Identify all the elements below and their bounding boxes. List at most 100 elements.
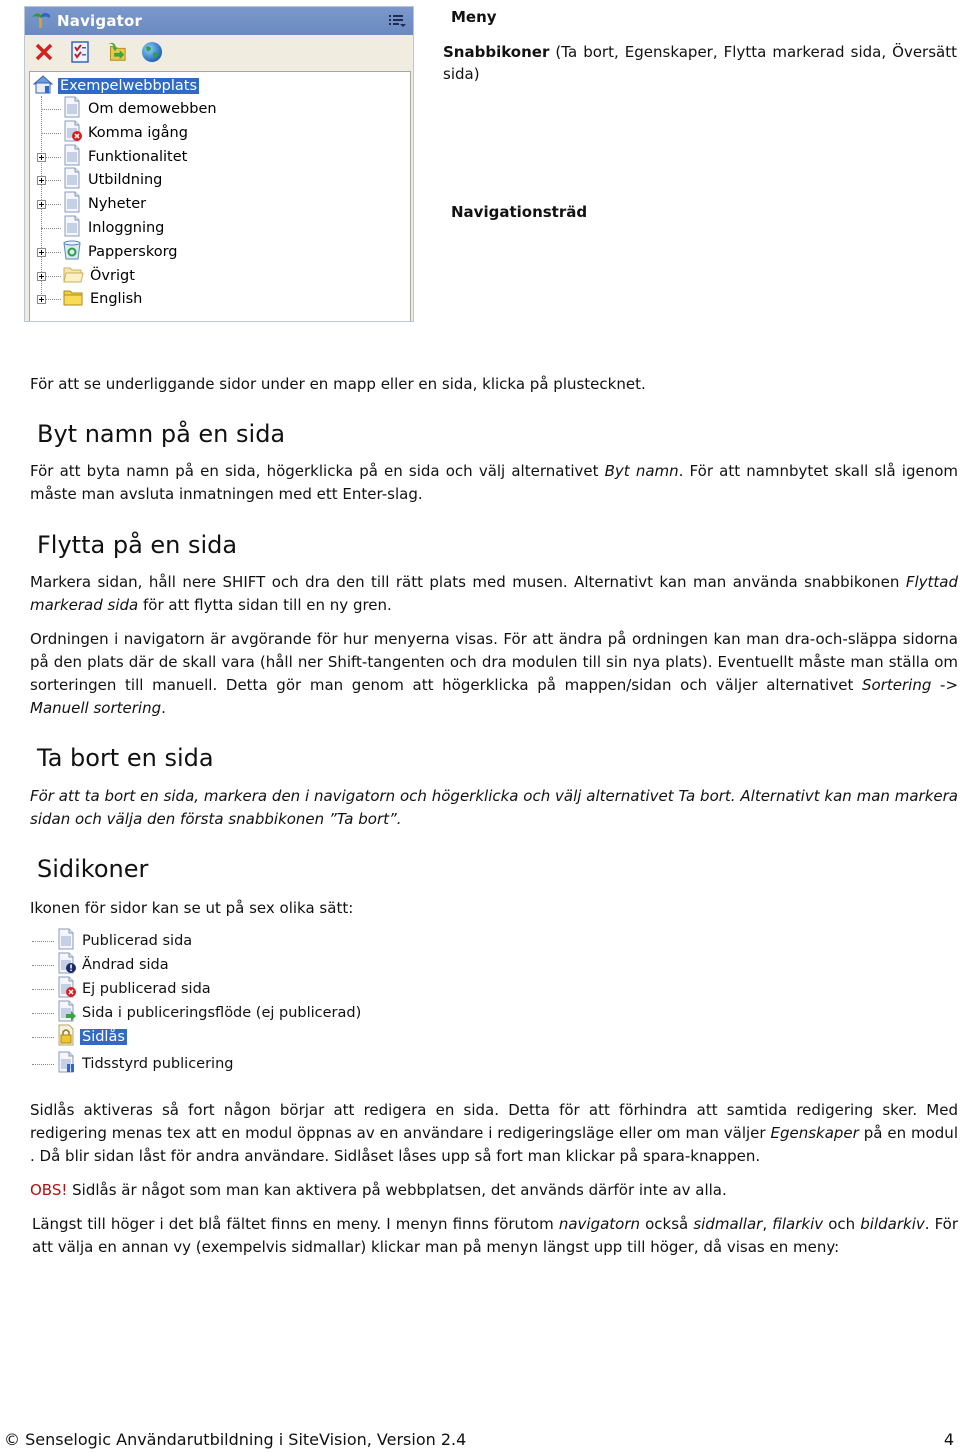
tree-connector-line	[41, 132, 61, 134]
tree-item-label: Papperskorg	[88, 243, 178, 260]
heading-move: Flytta på en sida	[37, 531, 238, 559]
tree-item[interactable]: Papperskorg	[62, 239, 180, 265]
tree-item-label: English	[90, 291, 143, 308]
page-icon-list-item: Sida i publiceringsflöde (ej publicerad)	[32, 1000, 363, 1024]
tree-connector-line	[32, 940, 54, 942]
page-icon-list-item: Tidsstyrd publicering	[32, 1051, 235, 1077]
tree-item-label: Funktionalitet	[88, 148, 188, 165]
navigator-title: Navigator	[57, 12, 143, 30]
text-run: ,	[762, 1215, 773, 1233]
intro-paragraph: För att se underliggande sidor under en …	[30, 375, 646, 393]
recycle-bin-icon	[62, 239, 82, 265]
navigation-tree: Exempelwebbplats Om demowebben Komma igång…	[29, 71, 411, 321]
expand-plus-icon[interactable]	[37, 295, 46, 305]
page-unpublished-icon	[62, 120, 82, 146]
text-run: Längst till höger i det blå fältet finns…	[32, 1215, 559, 1233]
move-folder-icon[interactable]	[105, 41, 127, 63]
text-run: .	[161, 699, 166, 717]
heading-delete: Ta bort en sida	[37, 744, 214, 772]
tree-item[interactable]: Utbildning	[62, 167, 164, 193]
lock-paragraph: Sidlås aktiveras så fort någon börjar at…	[30, 1099, 958, 1168]
tree-item-label: Komma igång	[88, 124, 188, 141]
expand-plus-icon[interactable]	[37, 176, 46, 186]
page-icon	[62, 96, 82, 122]
tree-item[interactable]: Om demowebben	[62, 96, 219, 122]
tree-item-label: Om demowebben	[88, 101, 217, 117]
folder-open-icon	[62, 264, 84, 288]
tree-connector-line	[41, 109, 61, 110]
emphasis-bildarkiv: bildarkiv	[860, 1215, 925, 1233]
page-icon-label: Ej publicerad sida	[82, 981, 211, 997]
navigator-toolbar	[25, 35, 413, 69]
emphasis-navigatorn: navigatorn	[558, 1215, 641, 1233]
page-icon-label: Publicerad sida	[82, 933, 193, 949]
move-paragraph-2: Ordningen i navigatorn är avgörande för …	[30, 628, 958, 720]
text-run: Markera sidan, håll nere SHIFT och dra d…	[30, 573, 906, 591]
tree-connector-line	[32, 964, 54, 966]
tree-connector-line	[32, 988, 54, 990]
text-run: Ordningen i navigatorn är avgörande för …	[30, 630, 958, 694]
emphasis-sortering: Sortering	[862, 676, 932, 694]
page-icon-label: Tidsstyrd publicering	[82, 1056, 234, 1072]
page-icon	[62, 167, 82, 193]
page-changed-icon	[56, 952, 76, 978]
page-icon-label: Sida i publiceringsflöde (ej publicerad)	[82, 1005, 362, 1021]
text-run: För att byta namn på en sida, högerklick…	[30, 462, 605, 480]
rename-paragraph: För att byta namn på en sida, högerklick…	[30, 460, 958, 506]
navigator-logo-icon	[31, 10, 51, 32]
tree-item-label: Inloggning	[88, 220, 165, 236]
page-icon	[62, 215, 82, 241]
tree-connector-line	[32, 1036, 54, 1038]
page-unpublished-icon	[56, 976, 76, 1002]
list-menu-icon[interactable]	[387, 12, 407, 30]
tree-item[interactable]: Övrigt	[62, 265, 137, 287]
move-paragraph-1: Markera sidan, håll nere SHIFT och dra d…	[30, 571, 958, 617]
tree-item[interactable]: Komma igång	[62, 120, 190, 146]
tree-item[interactable]: Funktionalitet	[62, 144, 189, 170]
text-run: Sidlås är något som man kan aktivera på …	[67, 1181, 727, 1199]
icons-intro: Ikonen för sidor kan se ut på sex olika …	[30, 899, 354, 917]
expand-plus-icon[interactable]	[37, 271, 46, 281]
heading-rename: Byt namn på en sida	[37, 420, 286, 448]
annotation-shortcuts-title: Snabbikoner	[443, 43, 550, 61]
tree-connector-line	[32, 1012, 54, 1014]
tree-item[interactable]: English	[62, 288, 144, 310]
globe-icon[interactable]	[141, 41, 163, 63]
menu-paragraph: Längst till höger i det blå fältet finns…	[32, 1213, 958, 1259]
tree-item[interactable]: Inloggning	[62, 215, 166, 241]
heading-icons: Sidikoner	[37, 855, 149, 883]
navigator-header: Navigator	[25, 7, 413, 35]
page-icon-list-item: Ändrad sida	[32, 952, 171, 978]
emphasis-filarkiv: filarkiv	[772, 1215, 824, 1233]
home-icon	[32, 74, 54, 98]
folder-icon	[62, 287, 84, 311]
expand-plus-icon[interactable]	[37, 247, 46, 257]
annotation-shortcuts: Snabbikoner (Ta bort, Egenskaper, Flytta…	[443, 41, 957, 85]
red-x-icon[interactable]	[33, 41, 55, 63]
annotation-tree: Navigationsträd	[451, 203, 588, 221]
page-icon-list-item: Publicerad sida	[32, 928, 194, 954]
obs-label: OBS!	[30, 1181, 68, 1199]
tree-item-root[interactable]: Exempelwebbplats	[32, 74, 200, 98]
emphasis-egenskaper: Egenskaper	[770, 1124, 859, 1142]
page-icon-list-item: Sidlås	[32, 1024, 127, 1048]
tree-item[interactable]: Nyheter	[62, 191, 148, 215]
checklist-icon[interactable]	[69, 41, 91, 63]
expand-plus-icon[interactable]	[37, 152, 46, 162]
tree-item-label: Exempelwebbplats	[58, 78, 200, 94]
page-icon-label: Ändrad sida	[82, 957, 169, 973]
tree-connector-line	[32, 1063, 54, 1065]
emphasis-byt-namn: Byt namn	[604, 462, 679, 480]
page-icon	[62, 144, 82, 170]
emphasis-sidmallar: sidmallar	[693, 1215, 763, 1233]
tree-item-label: Utbildning	[88, 172, 163, 189]
page-scheduled-icon	[56, 1051, 76, 1077]
page-icon-label: Sidlås	[80, 1029, 127, 1045]
tree-item-label: Övrigt	[90, 267, 135, 284]
text-run: ->	[931, 676, 959, 694]
emphasis-manuell-sortering: Manuell sortering	[30, 699, 162, 717]
expand-plus-icon[interactable]	[37, 200, 46, 210]
page-icon	[56, 928, 76, 954]
page-icon-list-item: Ej publicerad sida	[32, 976, 213, 1002]
delete-paragraph: För att ta bort en sida, markera den i n…	[30, 787, 958, 828]
